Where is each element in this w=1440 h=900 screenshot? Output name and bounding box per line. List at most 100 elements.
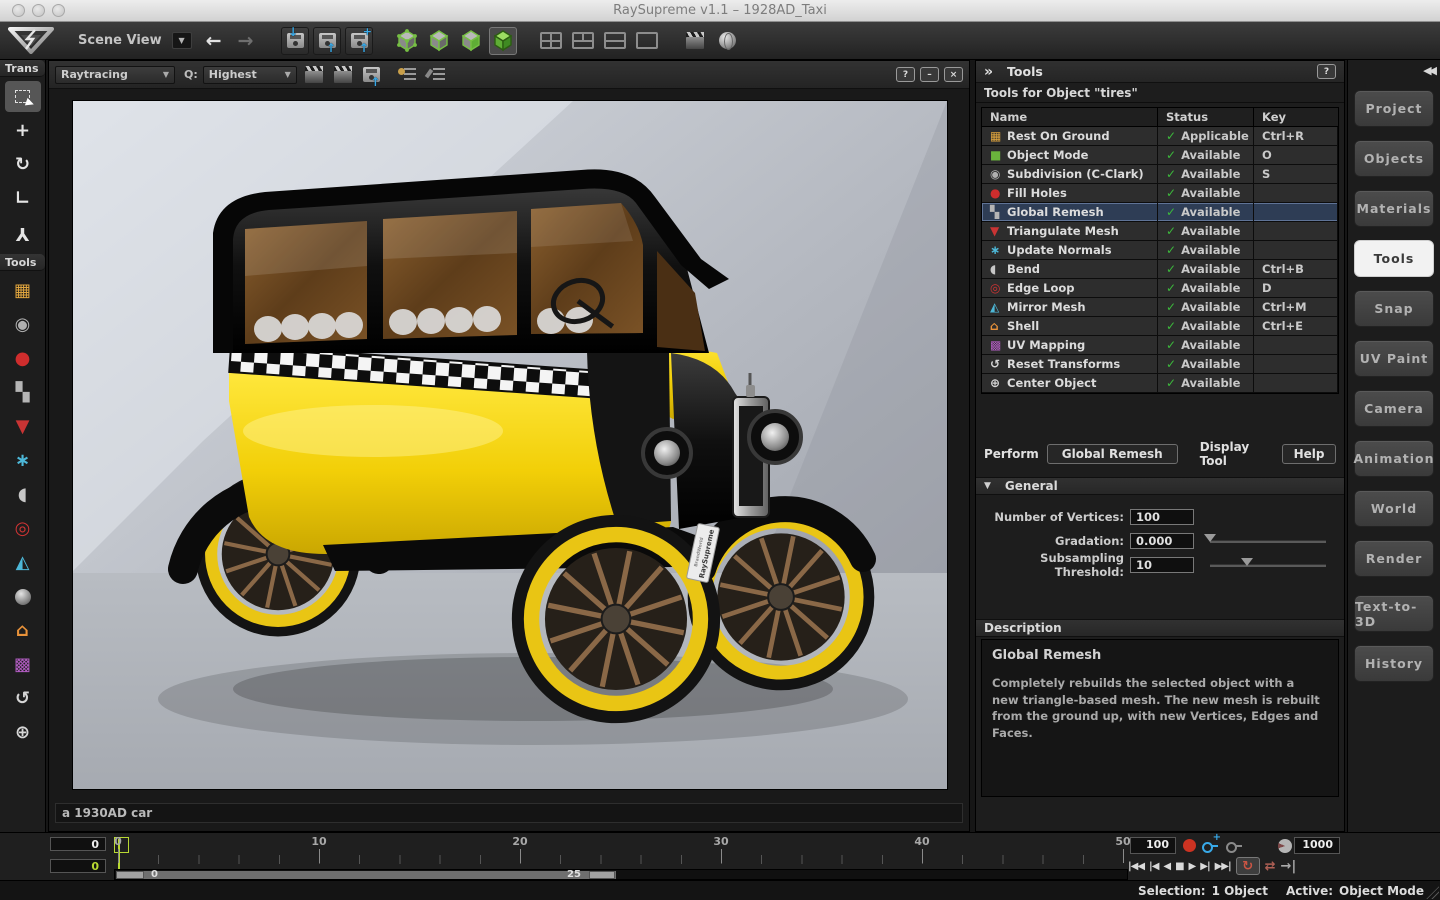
perform-global-remesh-button[interactable]: Global Remesh	[1047, 444, 1178, 464]
timeline-range-bar[interactable]: 0 25	[114, 869, 1128, 880]
rotate-tool-button[interactable]: ↻	[5, 149, 41, 180]
gradation-input[interactable]: 0.000	[1130, 533, 1194, 549]
range-start-handle[interactable]	[116, 871, 144, 879]
render-list-icon[interactable]	[398, 63, 422, 87]
uv-mapping-tool-button[interactable]: ▩	[5, 649, 41, 680]
tool-row-center-object[interactable]: ⊕Center Object✓Available	[982, 374, 1338, 393]
viewport-minimize-button[interactable]: –	[920, 67, 939, 82]
sidebar-button-animation[interactable]: Animation	[1354, 440, 1434, 477]
render-animation-icon[interactable]	[331, 63, 355, 87]
general-section-bar[interactable]: ▼ General	[976, 477, 1344, 495]
back-button[interactable]: ←	[198, 30, 230, 52]
subsampling-threshold-input[interactable]: 10	[1130, 557, 1194, 573]
remove-keyframe-icon[interactable]	[1226, 841, 1242, 850]
tool-row-uv-mapping[interactable]: ▩UV Mapping✓Available	[982, 336, 1338, 355]
go-end-button[interactable]: ▶▶|	[1215, 861, 1231, 872]
tool-row-rest-on-ground[interactable]: ▦Rest On Ground✓ApplicableCtrl+R	[982, 127, 1338, 146]
move-tool-button[interactable]: +	[5, 115, 41, 146]
axis-tool-button[interactable]: Y	[5, 217, 41, 248]
viewport-close-button[interactable]: ×	[944, 67, 963, 82]
tool-row-bend[interactable]: ◖Bend✓AvailableCtrl+B	[982, 260, 1338, 279]
help-button[interactable]: Help	[1282, 444, 1336, 464]
world-globe-icon[interactable]	[713, 27, 741, 55]
render-clapper-icon[interactable]	[681, 27, 709, 55]
layout-rows-button[interactable]	[601, 27, 629, 55]
fill-holes-tool-button[interactable]: ●	[5, 343, 41, 374]
scale-tool-button[interactable]: ∟	[5, 183, 41, 214]
sidebar-button-render[interactable]: Render	[1354, 540, 1434, 577]
tool-row-update-normals[interactable]: ∗Update Normals✓Available	[982, 241, 1338, 260]
range-end-handle[interactable]	[589, 871, 615, 879]
panel-expand-icon[interactable]: »	[984, 64, 993, 80]
save-scene-as-button[interactable]: ↑+	[345, 27, 373, 55]
layout-split-button[interactable]	[569, 27, 597, 55]
next-frame-button[interactable]: ▶|	[1200, 861, 1209, 872]
save-render-icon[interactable]: ↑	[360, 63, 384, 87]
tool-row-object-mode[interactable]: ■Object Mode✓AvailableO	[982, 146, 1338, 165]
gradation-slider[interactable]	[1210, 540, 1326, 543]
mirror-mesh-tool-button[interactable]: ◭	[5, 547, 41, 578]
sidebar-button-snap[interactable]: Snap	[1354, 290, 1434, 327]
panel-help-button[interactable]: ?	[1317, 64, 1336, 79]
bend-tool-button[interactable]: ◖	[5, 479, 41, 510]
triangulate-mesh-tool-button[interactable]: ▼	[5, 411, 41, 442]
loop-playback-button[interactable]: ↻	[1236, 857, 1260, 875]
quality-dropdown[interactable]: Highest▼	[203, 66, 297, 84]
sidebar-button-world[interactable]: World	[1354, 490, 1434, 527]
render-image-icon[interactable]	[302, 63, 326, 87]
subframe-value-box[interactable]: 0	[50, 859, 106, 873]
sidebar-button-text-to-3d[interactable]: Text-to-3D	[1354, 595, 1434, 632]
subdivision-tool-button[interactable]: ◉	[5, 309, 41, 340]
number-of-vertices-input[interactable]: 100	[1130, 509, 1194, 525]
load-scene-button[interactable]: ↑	[313, 27, 341, 55]
record-icon[interactable]	[1183, 839, 1196, 852]
center-object-tool-button[interactable]: ⊕	[5, 717, 41, 748]
reset-transforms-tool-button[interactable]: ↺	[5, 683, 41, 714]
select-tool-button[interactable]	[5, 81, 41, 112]
frame-value-box[interactable]: 0	[50, 837, 106, 851]
sidebar-button-project[interactable]: Project	[1354, 90, 1434, 127]
rest-on-ground-tool-button[interactable]: ▦	[5, 275, 41, 306]
layout-single-button[interactable]	[633, 27, 661, 55]
viewport-3d-render[interactable]: BrandWorld RaySupreme	[73, 101, 947, 789]
shell-tool-button[interactable]: ⌂	[5, 615, 41, 646]
resize-grip[interactable]	[1426, 886, 1439, 899]
go-start-button[interactable]: |◀◀	[1128, 861, 1144, 872]
forward-button[interactable]: →	[230, 30, 262, 52]
tool-row-subdivision-c-clark[interactable]: ◉Subdivision (C-Clark)✓AvailableS	[982, 165, 1338, 184]
speed-value-box[interactable]: 1000	[1294, 837, 1340, 854]
save-scene-button[interactable]: ↓	[281, 27, 309, 55]
sidebar-button-tools[interactable]: Tools	[1354, 240, 1434, 277]
sidebar-button-history[interactable]: History	[1354, 645, 1434, 682]
vertex-mode-button[interactable]	[393, 27, 421, 55]
scene-view-dropdown[interactable]: ▼	[172, 32, 192, 49]
subsampling-threshold-slider[interactable]	[1210, 564, 1326, 567]
tool-row-shell[interactable]: ⌂Shell✓AvailableCtrl+E	[982, 317, 1338, 336]
tool-row-triangulate-mesh[interactable]: ▼Triangulate Mesh✓Available	[982, 222, 1338, 241]
sphere-tool-button[interactable]	[5, 581, 41, 612]
sidebar-button-objects[interactable]: Objects	[1354, 140, 1434, 177]
tool-row-edge-loop[interactable]: ◎Edge Loop✓AvailableD	[982, 279, 1338, 298]
object-mode-button[interactable]	[489, 27, 517, 55]
collapse-sidebar-icon[interactable]: ◀◀	[1423, 64, 1434, 77]
timeline-ruler[interactable]: 01020304050	[114, 835, 1126, 865]
edge-mode-button[interactable]	[425, 27, 453, 55]
face-mode-button[interactable]	[457, 27, 485, 55]
stop-button[interactable]: ■	[1175, 861, 1183, 872]
renderer-dropdown[interactable]: Raytracing▼	[55, 66, 175, 84]
layout-quad-button[interactable]	[537, 27, 565, 55]
end-frame-box[interactable]: 100	[1130, 837, 1176, 854]
play-button[interactable]: ▶	[1189, 861, 1196, 872]
scene-caption-input[interactable]: a 1930AD car	[55, 803, 963, 823]
add-keyframe-icon[interactable]: +	[1202, 841, 1218, 850]
render-settings-icon[interactable]	[427, 63, 451, 87]
prev-frame-button[interactable]: |◀	[1149, 861, 1158, 872]
ping-pong-button[interactable]: ⇄	[1265, 859, 1276, 874]
sidebar-button-camera[interactable]: Camera	[1354, 390, 1434, 427]
tool-row-global-remesh[interactable]: ▚Global Remesh✓Available	[982, 203, 1338, 222]
tool-row-reset-transforms[interactable]: ↺Reset Transforms✓Available	[982, 355, 1338, 374]
play-reverse-button[interactable]: ◀	[1163, 861, 1170, 872]
viewport-help-button[interactable]: ?	[896, 67, 915, 82]
tool-row-fill-holes[interactable]: ●Fill Holes✓Available	[982, 184, 1338, 203]
update-normals-tool-button[interactable]: ∗	[5, 445, 41, 476]
